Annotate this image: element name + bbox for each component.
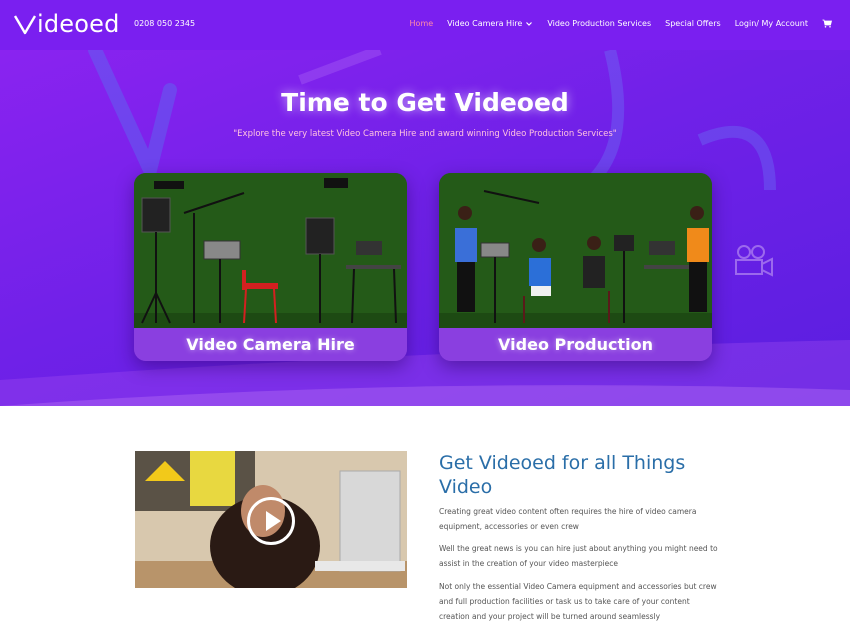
film-crew-illustration <box>439 173 712 328</box>
nav-video-production-services[interactable]: Video Production Services <box>547 19 651 28</box>
card-video-production[interactable]: Video Production <box>439 173 712 361</box>
nav-video-production-services-label: Video Production Services <box>547 19 652 28</box>
logo[interactable]: ideoed <box>13 10 120 38</box>
chevron-down-icon <box>526 21 533 26</box>
site-header: ideoed 0208 050 2345 Home Video Camera H… <box>0 0 850 50</box>
nav-video-camera-hire-label: Video Camera Hire <box>447 19 523 28</box>
hero-subtitle: "Explore the very latest Video Camera Hi… <box>233 129 617 139</box>
hero-title: Time to Get Videoed <box>281 88 569 117</box>
main-nav: Home Video Camera Hire Video Production … <box>410 19 832 28</box>
play-button[interactable] <box>247 497 295 545</box>
studio-equipment-illustration <box>134 173 407 328</box>
card-label-video-production: Video Production <box>439 328 712 361</box>
nav-special-offers-label: Special Offers <box>665 19 721 28</box>
intro-video-player[interactable] <box>135 451 407 588</box>
intro-paragraph-1: Creating great video content often requi… <box>439 507 697 531</box>
intro-heading: Get Videoed for all Things Video <box>439 452 686 498</box>
nav-login-account-label: Login/ My Account <box>734 19 808 28</box>
nav-login-account[interactable]: Login/ My Account <box>735 19 808 28</box>
nav-home-label: Home <box>409 19 434 28</box>
logo-v-mark <box>13 15 37 35</box>
card-label-video-camera-hire: Video Camera Hire <box>134 328 407 361</box>
nav-video-camera-hire[interactable]: Video Camera Hire <box>447 19 533 28</box>
hero-section: Time to Get Videoed "Explore the very la… <box>0 50 850 406</box>
film-camera-icon <box>735 245 773 277</box>
nav-special-offers[interactable]: Special Offers <box>665 19 721 28</box>
logo-text: ideoed <box>37 10 120 38</box>
play-icon <box>266 511 281 531</box>
cart-icon[interactable] <box>822 19 832 28</box>
intro-paragraph-3: Not only the essential Video Camera equi… <box>439 582 717 621</box>
intro-paragraph-2: Well the great news is you can hire just… <box>439 544 718 568</box>
card-video-camera-hire[interactable]: Video Camera Hire <box>134 173 407 361</box>
phone-number[interactable]: 0208 050 2345 <box>134 19 195 28</box>
nav-home[interactable]: Home <box>410 19 434 28</box>
